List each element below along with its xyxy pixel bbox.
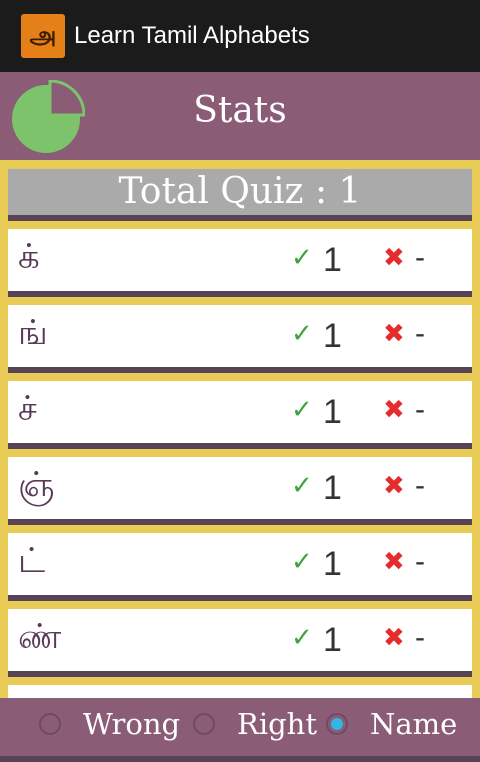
cross-icon: ✖ (383, 623, 405, 653)
check-icon: ✓ (291, 623, 313, 653)
tamil-letter: க் (18, 237, 40, 277)
right-count: 1 (323, 621, 342, 659)
tamil-letter: ண் (18, 617, 62, 657)
wrong-count: - (415, 469, 425, 502)
list-item[interactable]: ஞ் ✓ 1 ✖ - (8, 457, 472, 525)
tamil-letter: ட் (18, 541, 46, 581)
list-item[interactable]: ண் ✓ 1 ✖ - (8, 609, 472, 677)
wrong-count: - (415, 545, 425, 578)
list-item[interactable]: ங் ✓ 1 ✖ - (8, 305, 472, 373)
check-icon: ✓ (291, 471, 313, 501)
sort-radio-group: Wrong Right Name (0, 698, 480, 756)
sort-name-radio[interactable] (326, 713, 348, 735)
total-quiz-header: Total Quiz : 1 (8, 169, 472, 221)
cross-icon: ✖ (383, 547, 405, 577)
list-item[interactable]: ச் ✓ 1 ✖ - (8, 381, 472, 449)
right-count: 1 (323, 393, 342, 431)
wrong-count: - (415, 621, 425, 654)
check-icon: ✓ (291, 395, 313, 425)
cross-icon: ✖ (383, 471, 405, 501)
cross-icon: ✖ (383, 319, 405, 349)
tamil-letter: ங் (18, 313, 48, 353)
list-item[interactable]: க் ✓ 1 ✖ - (8, 229, 472, 297)
tamil-letter: ஞ் (18, 465, 55, 505)
sort-right-label[interactable]: Right (237, 707, 317, 741)
right-count: 1 (323, 317, 342, 355)
sort-wrong-label[interactable]: Wrong (83, 707, 180, 741)
sort-wrong-radio[interactable] (39, 713, 61, 735)
app-logo-icon[interactable]: அ (21, 14, 65, 58)
sort-right-radio[interactable] (193, 713, 215, 735)
wrong-count: - (415, 241, 425, 274)
app-title: Learn Tamil Alphabets (74, 22, 310, 49)
wrong-count: - (415, 317, 425, 350)
check-icon: ✓ (291, 547, 313, 577)
action-bar: அ Learn Tamil Alphabets (0, 0, 480, 72)
right-count: 1 (323, 545, 342, 583)
stats-header: Stats (0, 72, 480, 160)
sort-bar: Wrong Right Name (0, 698, 480, 762)
sort-name-label[interactable]: Name (370, 707, 457, 741)
list-item[interactable]: ட் ✓ 1 ✖ - (8, 533, 472, 601)
stats-title: Stats (193, 90, 287, 131)
cross-icon: ✖ (383, 243, 405, 273)
wrong-count: - (415, 393, 425, 426)
check-icon: ✓ (291, 243, 313, 273)
tamil-letter: ச் (18, 389, 37, 429)
right-count: 1 (323, 469, 342, 507)
cross-icon: ✖ (383, 395, 405, 425)
list-item-partial[interactable] (8, 685, 472, 698)
stats-list[interactable]: Total Quiz : 1 க் ✓ 1 ✖ - ங் ✓ 1 ✖ - ச் … (0, 160, 480, 698)
check-icon: ✓ (291, 319, 313, 349)
right-count: 1 (323, 241, 342, 279)
bottom-divider (0, 756, 480, 762)
